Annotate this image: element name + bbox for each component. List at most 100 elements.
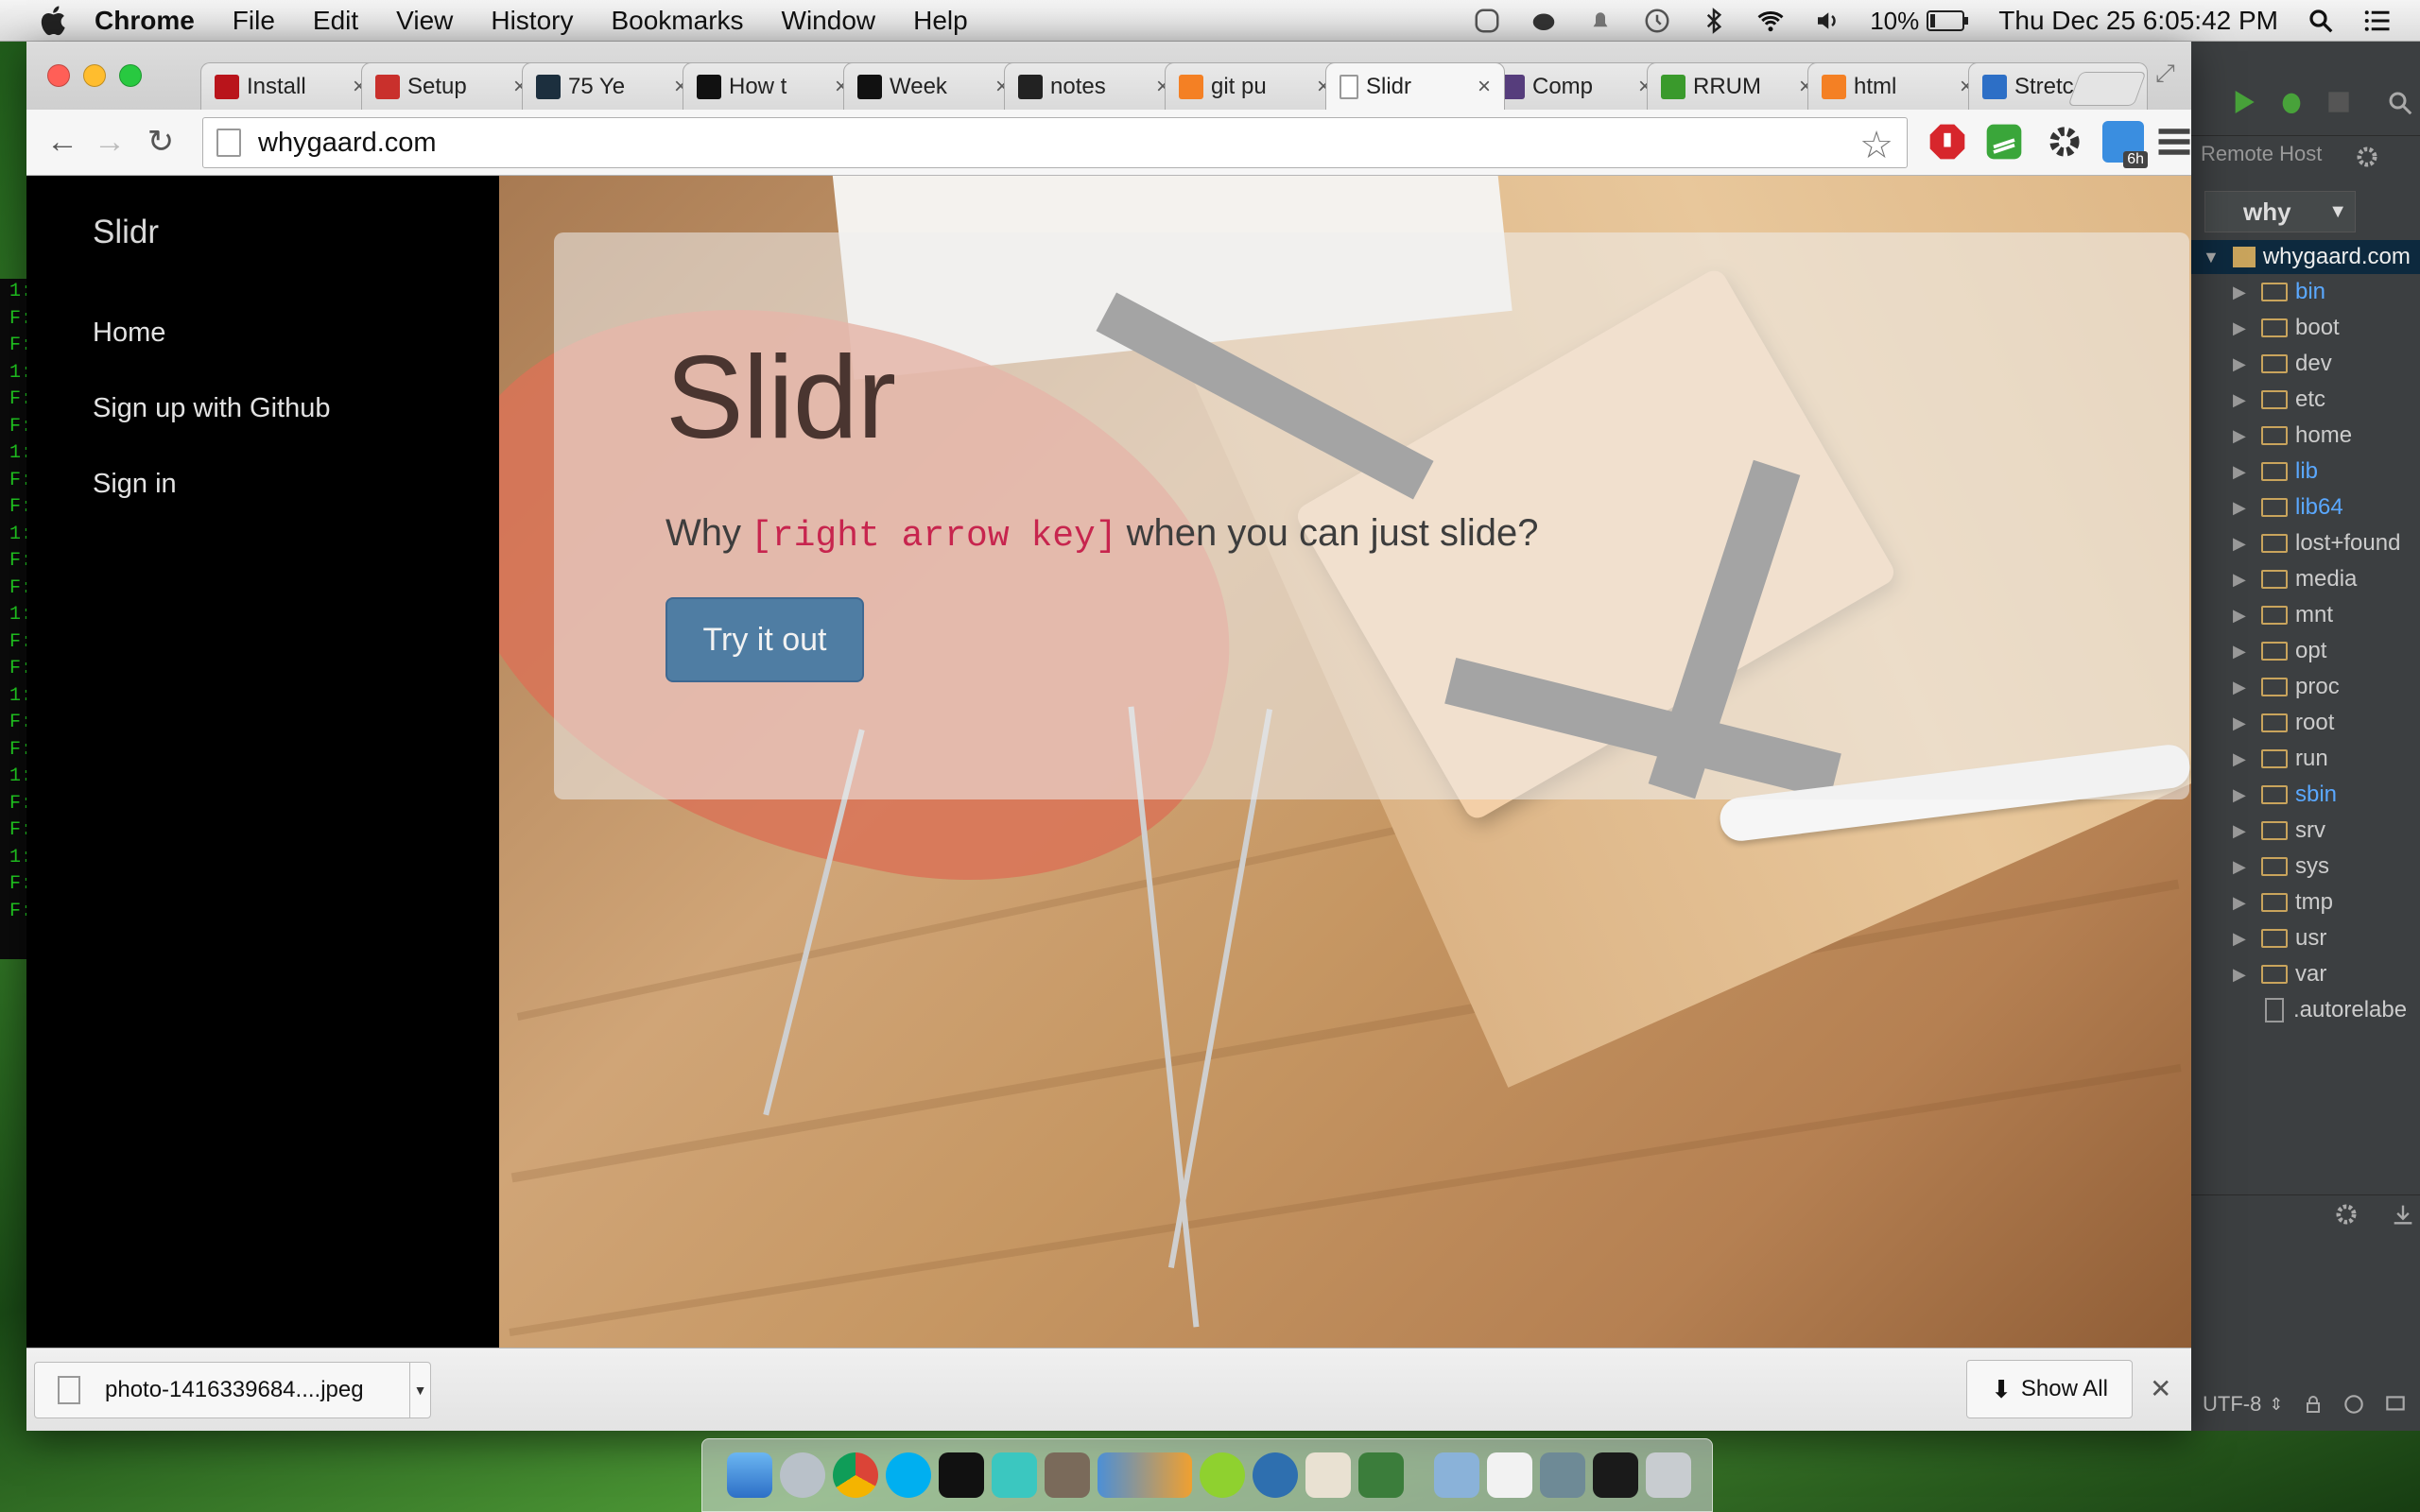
expand-arrow-icon[interactable]: ▼ [2203, 248, 2220, 267]
expand-arrow-icon[interactable]: ▶ [2233, 283, 2248, 302]
menu-history[interactable]: History [491, 6, 573, 36]
menu-window[interactable]: Window [782, 6, 876, 36]
wifi-icon[interactable] [1756, 7, 1785, 35]
show-all-downloads-button[interactable]: ⬇ Show All [1966, 1360, 2133, 1418]
expand-arrow-icon[interactable]: ▶ [2233, 785, 2248, 805]
tree-folder-row[interactable]: ▶ proc [2191, 669, 2420, 705]
expand-arrow-icon[interactable]: ▶ [2233, 534, 2248, 554]
menu-bookmarks[interactable]: Bookmarks [611, 6, 743, 36]
bell-icon[interactable] [1586, 7, 1615, 35]
chrome-icon[interactable] [833, 1452, 878, 1498]
tree-folder-row[interactable]: ▶ mnt [2191, 597, 2420, 633]
address-bar[interactable]: whygaard.com ☆ [202, 117, 1908, 168]
limechat-icon[interactable] [1200, 1452, 1245, 1498]
tree-folder-row[interactable]: ▶ lost+found [2191, 525, 2420, 561]
download-item[interactable]: photo-1416339684....jpeg ▼ [34, 1362, 431, 1418]
tree-root[interactable]: ▼ whygaard.com [2191, 240, 2420, 274]
bookmark-star-icon[interactable]: ☆ [1859, 124, 1893, 167]
run-icon[interactable] [2229, 87, 2259, 117]
finder-icon[interactable] [727, 1452, 772, 1498]
menubar-clock[interactable]: Thu Dec 25 6:05:42 PM [1998, 6, 2278, 36]
expand-arrow-icon[interactable]: ▶ [2233, 354, 2248, 374]
skype-icon[interactable] [886, 1452, 931, 1498]
menu-app-chrome[interactable]: Chrome [95, 6, 195, 36]
navbar-brand[interactable]: Slidr [93, 214, 159, 251]
expand-arrow-icon[interactable]: ▶ [2233, 318, 2248, 338]
inspector-icon[interactable] [2342, 1392, 2366, 1417]
adblock-icon[interactable] [1927, 121, 1968, 163]
time-machine-icon[interactable] [1643, 7, 1671, 35]
window-minimize-button[interactable] [83, 64, 106, 87]
evernote-clip-icon[interactable] [1983, 121, 2025, 163]
expand-arrow-icon[interactable]: ▶ [2233, 570, 2248, 590]
tree-folder-row[interactable]: ▶ etc [2191, 382, 2420, 418]
settings-gear-icon[interactable] [2333, 1201, 2360, 1228]
tree-file-row[interactable]: .autorelabe [2191, 992, 2420, 1028]
try-it-out-button[interactable]: Try it out [666, 597, 864, 682]
tab-close-icon[interactable]: × [1470, 74, 1498, 100]
encoding-selector[interactable]: UTF-8 [2203, 1392, 2261, 1417]
spotlight-search-icon[interactable] [2307, 7, 2335, 35]
menu-view[interactable]: View [396, 6, 453, 36]
reload-icon[interactable]: ↻ [142, 123, 180, 161]
browser-tab[interactable]: git pu × [1165, 62, 1344, 110]
menu-edit[interactable]: Edit [313, 6, 358, 36]
event-log-icon[interactable] [2383, 1392, 2408, 1417]
tree-folder-row[interactable]: ▶ sys [2191, 849, 2420, 885]
tree-folder-row[interactable]: ▶ sbin [2191, 777, 2420, 813]
expand-arrow-icon[interactable]: ▶ [2233, 606, 2248, 626]
tree-folder-row[interactable]: ▶ dev [2191, 346, 2420, 382]
expand-arrow-icon[interactable]: ▶ [2233, 678, 2248, 697]
browser-tab[interactable]: RRUM × [1647, 62, 1826, 110]
tree-folder-row[interactable]: ▶ usr [2191, 920, 2420, 956]
browser-tab[interactable]: Comp × [1486, 62, 1666, 110]
browser-tab[interactable]: How t × [683, 62, 862, 110]
battery-icon[interactable] [1927, 9, 1970, 33]
sublime-text-icon[interactable] [1045, 1452, 1090, 1498]
expand-arrow-icon[interactable]: ▶ [2233, 462, 2248, 482]
fullscreen-icon[interactable]: ⤢ [2155, 59, 2184, 87]
browser-tab[interactable]: Install × [200, 62, 380, 110]
expand-arrow-icon[interactable]: ▶ [2233, 390, 2248, 410]
remote-host-combo[interactable]: why ▼ [2204, 191, 2356, 232]
hide-panel-icon[interactable] [2390, 1201, 2416, 1228]
window-zoom-button[interactable] [119, 64, 142, 87]
browser-tab[interactable]: notes × [1004, 62, 1184, 110]
tree-folder-row[interactable]: ▶ run [2191, 741, 2420, 777]
expand-arrow-icon[interactable]: ▶ [2233, 857, 2248, 877]
terminal-icon[interactable] [939, 1452, 984, 1498]
notification-center-icon[interactable] [2363, 7, 2392, 35]
expand-arrow-icon[interactable]: ▶ [2233, 713, 2248, 733]
tree-folder-row[interactable]: ▶ media [2191, 561, 2420, 597]
background-terminal-window[interactable]: 1: F: F: 1: F: F: 1: F: F: 1: F: F: 1: F: F: 1: F: F: 1: F:… [0, 279, 28, 959]
expand-arrow-icon[interactable]: ▶ [2233, 929, 2248, 949]
gear-icon[interactable] [2354, 144, 2380, 170]
lock-icon[interactable] [2302, 1393, 2325, 1416]
apple-icon[interactable] [38, 4, 72, 38]
tree-folder-row[interactable]: ▶ lib64 [2191, 490, 2420, 525]
tree-folder-row[interactable]: ▶ root [2191, 705, 2420, 741]
tree-folder-row[interactable]: ▶ srv [2191, 813, 2420, 849]
elephant-icon[interactable] [1530, 7, 1558, 35]
expand-arrow-icon[interactable]: ▶ [2233, 965, 2248, 985]
documents-folder-icon[interactable] [1434, 1452, 1479, 1498]
window-close-button[interactable] [47, 64, 70, 87]
volume-icon[interactable] [1813, 7, 1841, 35]
download-filename[interactable]: photo-1416339684....jpeg [105, 1377, 364, 1403]
close-icon[interactable]: ✕ [2150, 1373, 2171, 1404]
debug-bug-icon[interactable] [2276, 87, 2307, 117]
expand-arrow-icon[interactable]: ▶ [2233, 426, 2248, 446]
battery-percent[interactable]: 10% [1870, 7, 1919, 36]
tree-folder-row[interactable]: ▶ var [2191, 956, 2420, 992]
launchpad-icon[interactable] [780, 1452, 825, 1498]
browser-tab[interactable]: html × [1807, 62, 1987, 110]
nav-signup-github-link[interactable]: Sign up with Github [93, 393, 330, 424]
tree-folder-row[interactable]: ▶ opt [2191, 633, 2420, 669]
preview-icon[interactable] [1305, 1452, 1351, 1498]
browser-tab[interactable]: 75 Ye × [522, 62, 701, 110]
messages-icon[interactable] [1253, 1452, 1298, 1498]
browser-tab[interactable]: Slidr × [1325, 62, 1505, 110]
expand-arrow-icon[interactable]: ▶ [2233, 821, 2248, 841]
browser-tab[interactable]: Setup × [361, 62, 541, 110]
expand-arrow-icon[interactable]: ▶ [2233, 498, 2248, 518]
